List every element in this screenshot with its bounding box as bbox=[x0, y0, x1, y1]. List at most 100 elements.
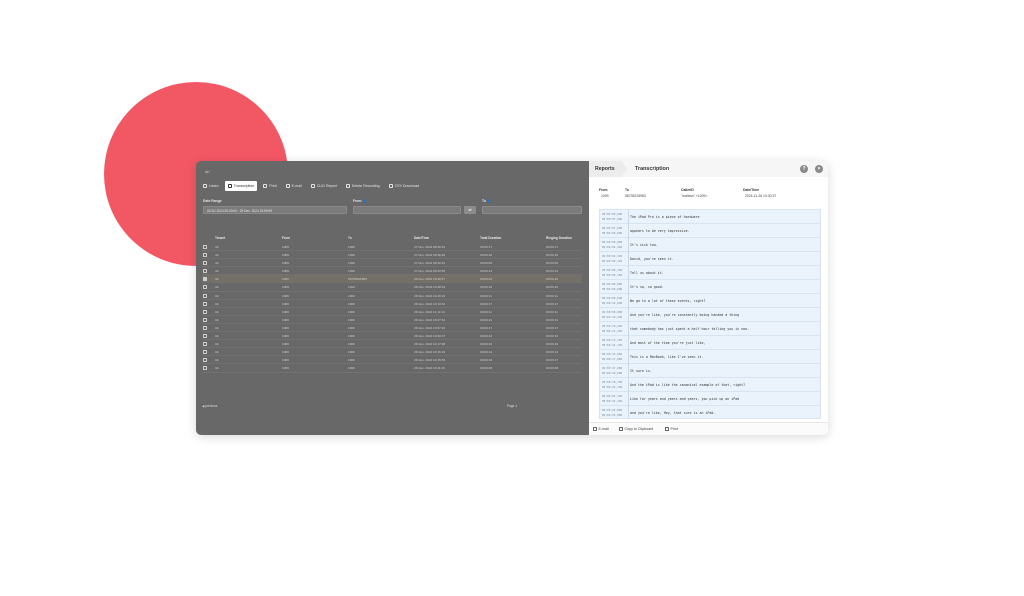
table-cell: 1009 bbox=[282, 334, 289, 339]
transcript-divider bbox=[628, 378, 629, 392]
table-cell: tttt bbox=[215, 350, 219, 355]
date-range-input[interactable]: 01/11/ 2024 00:00:00 - 29 Dec. 2024 23:5… bbox=[203, 206, 347, 214]
table-row[interactable]: tttt 1009 1006 26 Nov. 2024 10:11:26 00:00:0… bbox=[202, 364, 582, 373]
table-cell: 00:00:17 bbox=[546, 358, 559, 363]
table-cell: 26 Nov. 2024 13:20:16 bbox=[414, 293, 446, 298]
from-input[interactable] bbox=[353, 206, 461, 214]
table-row[interactable]: tttt 1009 1006 26 Nov. 2024 10:15:56 00:00:1… bbox=[202, 356, 582, 365]
transcript-divider bbox=[628, 252, 629, 266]
table-row[interactable]: tttt 1009 1006 27 Nov. 2024 08:30:44 00:00:0… bbox=[202, 259, 582, 268]
transcript-line: 00:00:08,000 00:00:10,440 And you're like,… bbox=[600, 308, 820, 322]
row-checkbox[interactable] bbox=[203, 334, 207, 339]
column-header[interactable]: To bbox=[348, 236, 352, 240]
table-row[interactable]: tttt 1009 1006 26 Nov. 2024 11:11:14 00:00:1… bbox=[202, 308, 582, 316]
table-cell: 00:00:09 bbox=[546, 261, 559, 266]
transcript-timestamp: 00:00:10,220 00:00:12,320 bbox=[602, 324, 627, 333]
footer-button-label: Print bbox=[670, 427, 678, 431]
row-checkbox[interactable] bbox=[203, 261, 207, 266]
swap-button[interactable]: ⇄ bbox=[464, 206, 476, 214]
table-cell: 00:00:16 bbox=[480, 358, 493, 363]
transcript-divider bbox=[628, 294, 629, 308]
footer-button-label: Copy to Clipboard bbox=[624, 427, 654, 431]
row-checkbox[interactable] bbox=[203, 285, 207, 290]
row-checkbox[interactable] bbox=[203, 358, 207, 363]
table-cell: 1006 bbox=[348, 366, 355, 371]
table-cell: 1009 bbox=[282, 277, 289, 282]
table-cell: 00:00:11 bbox=[546, 293, 558, 298]
toolbar-csv-download-button[interactable]: CSV Download bbox=[386, 181, 422, 191]
footer-print-button[interactable]: Print bbox=[665, 427, 678, 431]
table-cell: 00:00:21 bbox=[480, 317, 493, 322]
transcript-text: This is a MacBook, like I've seen it. bbox=[630, 355, 704, 359]
table-row[interactable]: tttt 1009 1006 26 Nov. 2024 10:07:20 00:00:1… bbox=[202, 324, 582, 333]
column-header[interactable]: Tenant bbox=[215, 236, 225, 240]
footer-e-mail-button[interactable]: E-mail bbox=[593, 427, 609, 431]
toolbar-transcription-button[interactable]: Transcription bbox=[224, 181, 258, 191]
row-checkbox[interactable] bbox=[203, 350, 207, 355]
table-cell: 27 Nov. 2024 08:23:56 bbox=[414, 269, 446, 274]
to-value: 58735225983 bbox=[625, 194, 646, 198]
table-row[interactable]: tttt 1009 1006 26 Nov. 2024 10:16:16 00:00:1… bbox=[202, 348, 582, 357]
toolbar-button-label: E-mail bbox=[291, 184, 302, 188]
row-checkbox[interactable] bbox=[203, 301, 207, 306]
panel-footer: E-mail Copy to Clipboard Print bbox=[589, 422, 828, 435]
panel-header: Reports Transcription ? × bbox=[589, 161, 828, 177]
datetime-label: Date/Time bbox=[743, 188, 760, 192]
table-row[interactable]: tttt 1009 1004 26 Nov. 2024 13:20:16 00:00:1… bbox=[202, 292, 582, 300]
toolbar-e-mail-button[interactable]: E-mail bbox=[283, 181, 305, 191]
toolbar-delete-recording-button[interactable]: Delete Recording bbox=[343, 181, 383, 191]
reports-breadcrumb[interactable]: Reports bbox=[589, 161, 627, 177]
row-checkbox[interactable] bbox=[203, 366, 207, 371]
help-icon[interactable]: ? bbox=[800, 165, 808, 173]
row-checkbox[interactable] bbox=[203, 277, 207, 282]
table-row[interactable]: tttt 1009 1004 26 Nov. 2024 13:28:34 00:00:1… bbox=[202, 283, 582, 292]
transcript-text: And most of the time you're just like, bbox=[630, 341, 706, 345]
table-row[interactable]: tttt 1009 1006 26 Nov. 2024 10:00:07 00:00:1… bbox=[202, 332, 582, 341]
timestamp-end: 00:00:18,080 bbox=[602, 370, 623, 375]
column-header[interactable]: From bbox=[282, 236, 290, 240]
table-row[interactable]: tttt 1009 1006 27 Nov. 2024 08:23:56 00:00:1… bbox=[202, 267, 582, 276]
close-icon[interactable]: × bbox=[815, 165, 823, 173]
transcript-list[interactable]: 00:00:00,000 00:00:07,000 The iPad Pro is … bbox=[599, 209, 821, 419]
table-row[interactable]: tttt 1009 1006 26 Nov. 2024 10:17:08 00:00:1… bbox=[202, 340, 582, 349]
transcript-divider bbox=[628, 238, 629, 252]
row-checkbox[interactable] bbox=[203, 342, 207, 347]
row-checkbox[interactable] bbox=[203, 245, 207, 249]
row-checkbox[interactable] bbox=[203, 325, 207, 330]
timestamp-end: 00:00:04,440 bbox=[602, 244, 623, 249]
table-row[interactable]: tttt 1009 1006 26 Nov. 2024 10:07:34 00:00:2… bbox=[202, 316, 582, 324]
row-checkbox[interactable] bbox=[203, 293, 207, 298]
toolbar-button-label: CLID Report bbox=[316, 184, 337, 188]
transcript-timestamp: 00:00:09,640 00:00:14,640 bbox=[602, 296, 627, 305]
row-checkbox[interactable] bbox=[203, 269, 207, 274]
footer-copy-to-clipboard-button[interactable]: Copy to Clipboard bbox=[619, 427, 653, 431]
table-row[interactable]: tttt 1009 1006 27 Nov. 2024 08:39:32 00:00:1… bbox=[202, 243, 582, 252]
row-checkbox[interactable] bbox=[203, 253, 207, 258]
table-cell: 1009 bbox=[282, 325, 289, 330]
document-icon bbox=[227, 184, 232, 188]
transcript-timestamp: 00:00:17,080 00:00:18,080 bbox=[602, 366, 627, 375]
toolbar-listen-button[interactable]: Listen bbox=[200, 181, 222, 191]
table-cell: 00:00:17 bbox=[546, 325, 559, 330]
row-checkbox[interactable] bbox=[203, 317, 207, 322]
table-cell: 26 Nov. 2024 13:13:34 bbox=[414, 301, 446, 306]
column-header[interactable]: Ringing Duration bbox=[546, 236, 572, 240]
to-input[interactable] bbox=[482, 206, 582, 214]
transcript-timestamp: 00:00:13,720 00:00:14,720 bbox=[602, 338, 627, 347]
table-row[interactable]: tttt 1009 58735225983 26 Nov. 2024 16:30:37… bbox=[202, 275, 582, 284]
transcript-divider bbox=[628, 224, 629, 238]
table-row[interactable]: tttt 1009 1006 27 Nov. 2024 08:38:28 00:00:1… bbox=[202, 251, 582, 260]
table-row[interactable]: tttt 1009 1006 26 Nov. 2024 13:13:34 00:00:1… bbox=[202, 300, 582, 308]
recordings-table: tttt 1009 1006 27 Nov. 2024 08:39:32 00:00:1… bbox=[202, 243, 582, 373]
toolbar-print-button[interactable]: Print bbox=[260, 181, 279, 191]
toolbar-clid-report-button[interactable]: CLID Report bbox=[308, 181, 340, 191]
transcript-timestamp: 00:00:08,000 00:00:10,440 bbox=[602, 310, 627, 319]
printer-icon bbox=[263, 184, 268, 188]
table-cell: 00:00:11 bbox=[546, 309, 558, 314]
transcript-text: We go to a lot of these events, right? bbox=[630, 299, 706, 303]
column-header[interactable]: Date/Time bbox=[414, 236, 429, 240]
row-checkbox[interactable] bbox=[203, 309, 207, 314]
breadcrumb: Ar/ bbox=[205, 170, 210, 174]
previous-page-link[interactable]: ◀ previous bbox=[202, 404, 217, 408]
column-header[interactable]: Total Duration bbox=[480, 236, 501, 240]
